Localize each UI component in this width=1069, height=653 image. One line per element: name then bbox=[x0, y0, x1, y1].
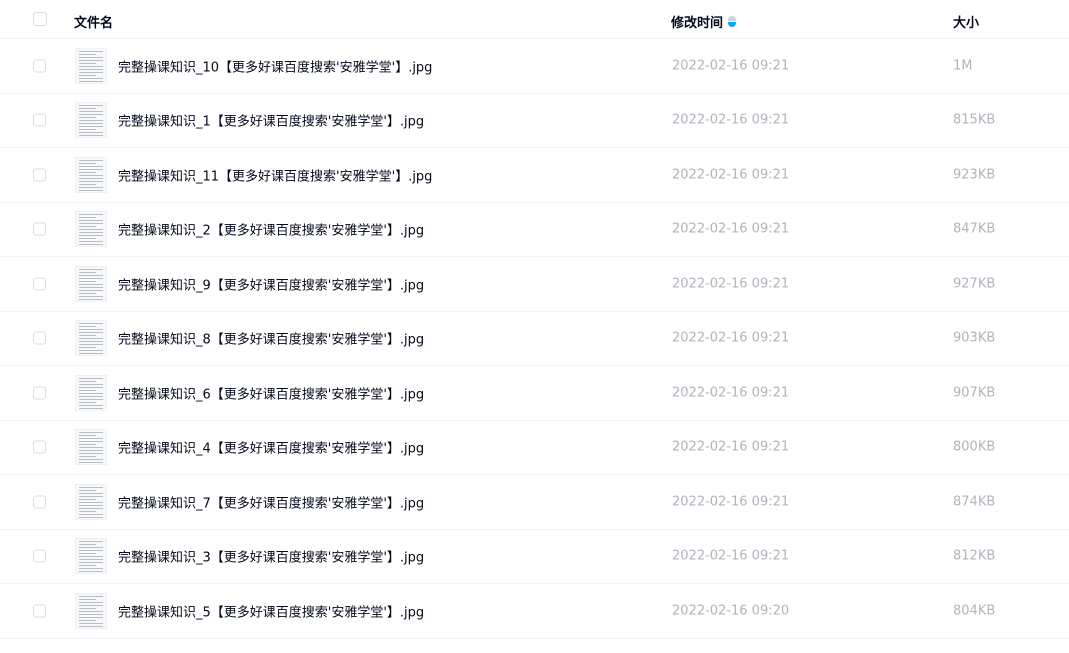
table-row[interactable]: 完整操课知识_3【更多好课百度搜索'安雅学堂'】.jpg 2022-02-16 0… bbox=[0, 530, 1069, 584]
table-row[interactable]: 完整操课知识_11【更多好课百度搜索'安雅学堂'】.jpg 2022-02-16 … bbox=[0, 148, 1069, 203]
file-name[interactable]: 完整操课知识_5【更多好课百度搜索'安雅学堂'】.jpg bbox=[118, 601, 424, 620]
file-modified-time: 2022-02-16 09:21 bbox=[672, 221, 790, 237]
image-file-thumbnail-icon[interactable] bbox=[75, 483, 107, 520]
file-size: 927KB bbox=[953, 276, 996, 292]
image-file-thumbnail-icon[interactable] bbox=[75, 320, 107, 357]
row-checkbox[interactable] bbox=[33, 386, 46, 400]
image-file-thumbnail-icon[interactable] bbox=[75, 538, 107, 575]
row-checkbox[interactable] bbox=[33, 168, 46, 182]
file-name[interactable]: 完整操课知识_8【更多好课百度搜索'安雅学堂'】.jpg bbox=[118, 329, 424, 348]
file-name[interactable]: 完整操课知识_4【更多好课百度搜索'安雅学堂'】.jpg bbox=[118, 438, 424, 457]
table-row[interactable]: 完整操课知识_7【更多好课百度搜索'安雅学堂'】.jpg 2022-02-16 0… bbox=[0, 475, 1069, 530]
image-file-thumbnail-icon[interactable] bbox=[75, 265, 107, 302]
table-row[interactable]: 完整操课知识_5【更多好课百度搜索'安雅学堂'】.jpg 2022-02-16 0… bbox=[0, 584, 1069, 639]
image-file-thumbnail-icon[interactable] bbox=[75, 156, 107, 193]
file-size: 903KB bbox=[953, 330, 996, 346]
file-modified-time: 2022-02-16 09:21 bbox=[672, 385, 790, 401]
row-checkbox[interactable] bbox=[33, 59, 46, 73]
column-header-modified-time[interactable]: 修改时间 bbox=[671, 12, 737, 31]
row-checkbox[interactable] bbox=[33, 440, 46, 454]
row-checkbox[interactable] bbox=[33, 222, 46, 236]
select-all-checkbox[interactable] bbox=[33, 12, 47, 26]
sort-desc-icon[interactable] bbox=[728, 16, 737, 28]
row-checkbox[interactable] bbox=[33, 113, 46, 127]
file-name[interactable]: 完整操课知识_2【更多好课百度搜索'安雅学堂'】.jpg bbox=[118, 220, 424, 239]
file-size: 1M bbox=[953, 58, 973, 74]
row-checkbox[interactable] bbox=[33, 331, 46, 345]
file-name[interactable]: 完整操课知识_7【更多好课百度搜索'安雅学堂'】.jpg bbox=[118, 492, 424, 511]
file-modified-time: 2022-02-16 09:21 bbox=[672, 58, 790, 74]
file-rows: 完整操课知识_10【更多好课百度搜索'安雅学堂'】.jpg 2022-02-16 … bbox=[0, 39, 1069, 639]
row-checkbox[interactable] bbox=[33, 277, 46, 291]
row-checkbox[interactable] bbox=[33, 549, 46, 563]
image-file-thumbnail-icon[interactable] bbox=[75, 102, 107, 139]
file-modified-time: 2022-02-16 09:21 bbox=[672, 548, 790, 564]
file-size: 804KB bbox=[953, 603, 996, 619]
file-size: 800KB bbox=[953, 439, 996, 455]
image-file-thumbnail-icon[interactable] bbox=[75, 374, 107, 411]
file-size: 907KB bbox=[953, 385, 996, 401]
file-modified-time: 2022-02-16 09:21 bbox=[672, 494, 790, 510]
file-name[interactable]: 完整操课知识_9【更多好课百度搜索'安雅学堂'】.jpg bbox=[118, 274, 424, 293]
table-row[interactable]: 完整操课知识_4【更多好课百度搜索'安雅学堂'】.jpg 2022-02-16 0… bbox=[0, 421, 1069, 475]
file-size: 923KB bbox=[953, 167, 996, 183]
file-modified-time: 2022-02-16 09:21 bbox=[672, 276, 790, 292]
file-size: 812KB bbox=[953, 548, 996, 564]
file-modified-time: 2022-02-16 09:21 bbox=[672, 112, 790, 128]
file-modified-time: 2022-02-16 09:21 bbox=[672, 330, 790, 346]
file-modified-time: 2022-02-16 09:21 bbox=[672, 439, 790, 455]
file-size: 874KB bbox=[953, 494, 996, 510]
table-row[interactable]: 完整操课知识_8【更多好课百度搜索'安雅学堂'】.jpg 2022-02-16 0… bbox=[0, 312, 1069, 366]
file-size: 847KB bbox=[953, 221, 996, 237]
image-file-thumbnail-icon[interactable] bbox=[75, 211, 107, 248]
table-row[interactable]: 完整操课知识_1【更多好课百度搜索'安雅学堂'】.jpg 2022-02-16 0… bbox=[0, 94, 1069, 148]
file-modified-time: 2022-02-16 09:21 bbox=[672, 167, 790, 183]
file-name[interactable]: 完整操课知识_6【更多好课百度搜索'安雅学堂'】.jpg bbox=[118, 383, 424, 402]
column-header-modified-time-label: 修改时间 bbox=[671, 16, 724, 31]
table-row[interactable]: 完整操课知识_2【更多好课百度搜索'安雅学堂'】.jpg 2022-02-16 0… bbox=[0, 203, 1069, 257]
column-header-name[interactable]: 文件名 bbox=[74, 12, 113, 31]
file-name[interactable]: 完整操课知识_11【更多好课百度搜索'安雅学堂'】.jpg bbox=[118, 165, 432, 184]
file-list-table: 文件名 修改时间 大小 完整操课知识_10【更多好课百度搜索'安雅学堂'】.jp… bbox=[0, 0, 1069, 639]
table-row[interactable]: 完整操课知识_10【更多好课百度搜索'安雅学堂'】.jpg 2022-02-16 … bbox=[0, 39, 1069, 94]
file-size: 815KB bbox=[953, 112, 996, 128]
file-name[interactable]: 完整操课知识_1【更多好课百度搜索'安雅学堂'】.jpg bbox=[118, 111, 424, 130]
file-modified-time: 2022-02-16 09:20 bbox=[672, 603, 790, 619]
column-header-size[interactable]: 大小 bbox=[953, 12, 979, 31]
file-name[interactable]: 完整操课知识_10【更多好课百度搜索'安雅学堂'】.jpg bbox=[118, 56, 432, 75]
image-file-thumbnail-icon[interactable] bbox=[75, 47, 107, 84]
table-row[interactable]: 完整操课知识_9【更多好课百度搜索'安雅学堂'】.jpg 2022-02-16 0… bbox=[0, 257, 1069, 312]
table-header: 文件名 修改时间 大小 bbox=[0, 0, 1069, 39]
file-name[interactable]: 完整操课知识_3【更多好课百度搜索'安雅学堂'】.jpg bbox=[118, 547, 424, 566]
table-row[interactable]: 完整操课知识_6【更多好课百度搜索'安雅学堂'】.jpg 2022-02-16 0… bbox=[0, 366, 1069, 421]
image-file-thumbnail-icon[interactable] bbox=[75, 592, 107, 629]
row-checkbox[interactable] bbox=[33, 604, 46, 618]
row-checkbox[interactable] bbox=[33, 495, 46, 509]
image-file-thumbnail-icon[interactable] bbox=[75, 429, 107, 466]
